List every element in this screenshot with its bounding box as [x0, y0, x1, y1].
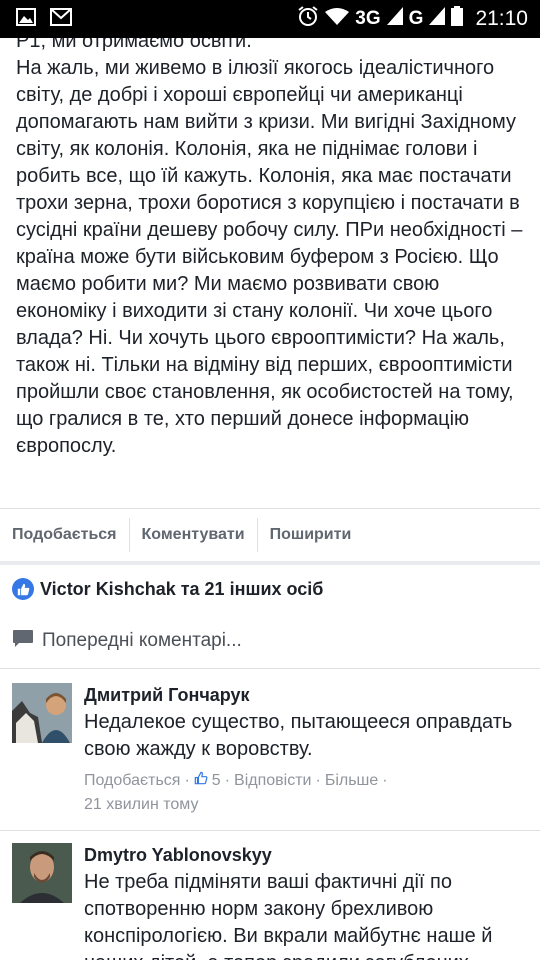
comment-timestamp[interactable]: 21 хвилин тому	[84, 796, 198, 814]
comment-author[interactable]: Dmytro Yablonovskyy	[84, 845, 272, 866]
reactions-summary-text: Victor Kishchak та 21 інших осіб	[40, 578, 324, 599]
post-text: Р1, ми отримаємо освіти. На жаль, ми жив…	[16, 38, 523, 457]
separator: ·	[224, 771, 231, 789]
image-icon	[16, 7, 36, 31]
separator: ·	[315, 771, 321, 789]
avatar[interactable]	[12, 683, 72, 743]
comment-author[interactable]: Дмитрий Гончарук	[84, 685, 250, 706]
network-type-2: G	[408, 8, 424, 29]
avatar[interactable]	[12, 843, 72, 903]
comment-button[interactable]: Коментувати	[130, 518, 257, 552]
post-body: Р1, ми отримаємо освіти. На жаль, ми жив…	[0, 38, 540, 508]
thumbs-up-icon	[12, 578, 34, 600]
alarm-icon	[297, 5, 319, 33]
reactions-summary[interactable]: Victor Kishchak та 21 інших осіб	[12, 575, 323, 603]
signal-icon	[386, 7, 403, 31]
network-type: 3G	[355, 8, 381, 29]
comment-like-count: 5	[211, 771, 221, 789]
share-button[interactable]: Поширити	[258, 518, 364, 552]
like-button[interactable]: Подобається	[0, 518, 129, 552]
comment-text: Недалекое существо, пытающееся оправдать…	[84, 711, 513, 760]
previous-comments-link[interactable]: Попередні коментарі...	[12, 626, 242, 656]
separator: ·	[382, 771, 388, 789]
comment-like-link[interactable]: Подобається	[84, 772, 180, 790]
thumbs-up-outline-icon	[194, 771, 208, 790]
battery-icon	[451, 6, 464, 32]
comment-actions: Подобається · 5 · Відповісти · Більше ·	[84, 771, 388, 790]
comment-bubble-icon	[12, 629, 34, 654]
more-link[interactable]: Більше	[325, 772, 378, 790]
signal-icon-2	[429, 7, 446, 31]
previous-comments-label: Попередні коментарі...	[42, 630, 242, 651]
gmail-icon	[50, 7, 72, 31]
reply-link[interactable]: Відповісти	[234, 772, 311, 790]
status-bar: 3G G 21:10	[0, 0, 540, 38]
comment-text: Не треба підміняти ваші фактичні дії по …	[84, 871, 493, 960]
separator: ·	[184, 771, 190, 789]
clock: 21:10	[475, 7, 528, 30]
wifi-icon	[325, 7, 350, 31]
post-action-bar: Подобається Коментувати Поширити	[0, 509, 540, 561]
comment: Dmytro Yablonovskyy Не треба підміняти в…	[0, 831, 540, 960]
section-gap	[0, 561, 540, 565]
comment: Дмитрий Гончарук Недалекое существо, пыт…	[0, 669, 540, 829]
